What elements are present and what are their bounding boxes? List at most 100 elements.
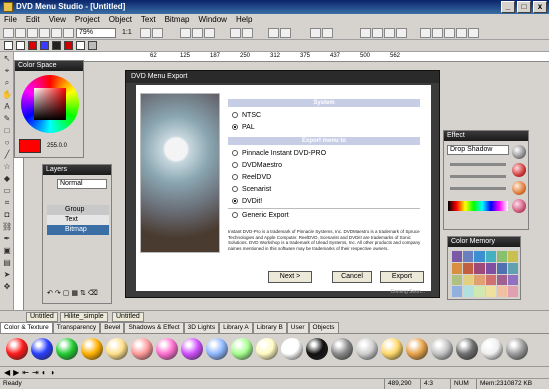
palette-color-ball[interactable]: [456, 338, 478, 360]
current-color-swatch[interactable]: [19, 139, 41, 153]
export-option-radio[interactable]: Generic Export: [232, 211, 289, 220]
memory-swatch[interactable]: [485, 262, 496, 274]
maximize-button[interactable]: □: [517, 1, 531, 13]
menu-view[interactable]: View: [49, 14, 66, 26]
brush-icon[interactable]: ✎: [2, 114, 12, 124]
palette-color-ball[interactable]: [481, 338, 503, 360]
memory-swatch[interactable]: [496, 262, 507, 274]
tab-shadows-effect[interactable]: Shadows & Effect: [124, 322, 184, 333]
stamp-icon[interactable]: ▣: [2, 246, 12, 256]
palette-color-ball[interactable]: [256, 338, 278, 360]
paste-icon[interactable]: [63, 28, 74, 38]
ungroup-icon[interactable]: [242, 28, 253, 38]
tab-objects[interactable]: Objects: [308, 322, 339, 333]
export-option-radio[interactable]: DVDit!: [232, 197, 262, 206]
cut-icon[interactable]: [39, 28, 50, 38]
layer-up-icon[interactable]: [360, 28, 371, 38]
wand-icon[interactable]: [280, 28, 291, 38]
tab-bevel[interactable]: Bevel: [100, 322, 125, 333]
export-button[interactable]: Export: [380, 271, 424, 283]
memory-swatch[interactable]: [507, 262, 518, 274]
color-memory-grid[interactable]: [452, 251, 518, 297]
rect-icon[interactable]: □: [2, 126, 12, 136]
tab-3d-lights[interactable]: 3D Lights: [183, 322, 220, 333]
memory-swatch[interactable]: [496, 274, 507, 286]
memory-swatch[interactable]: [452, 251, 463, 262]
menu-file[interactable]: File: [4, 14, 17, 26]
menu-text[interactable]: Text: [141, 14, 156, 26]
button-icon[interactable]: ◘: [2, 210, 12, 220]
palette-color-ball[interactable]: [356, 338, 378, 360]
node-icon[interactable]: ⌖: [2, 66, 12, 76]
open-icon[interactable]: [15, 28, 26, 38]
tab-library-b[interactable]: Library B: [252, 322, 287, 333]
eyedropper-icon[interactable]: [268, 28, 279, 38]
palette-color-ball[interactable]: [506, 338, 528, 360]
layer-down-icon[interactable]: [372, 28, 383, 38]
effect-slider[interactable]: [450, 187, 506, 190]
memory-swatch[interactable]: [452, 262, 463, 274]
memory-swatch[interactable]: [485, 286, 496, 297]
close-button[interactable]: x: [533, 1, 547, 13]
crop-icon[interactable]: ⌗: [2, 198, 12, 208]
grid-icon[interactable]: [420, 28, 431, 38]
save-icon[interactable]: [27, 28, 38, 38]
group-icon[interactable]: [230, 28, 241, 38]
snap-icon[interactable]: [444, 28, 455, 38]
palette-color-ball[interactable]: [381, 338, 403, 360]
export-option-radio[interactable]: Scenarist: [232, 185, 271, 194]
layer-bottom-icon[interactable]: [396, 28, 407, 38]
palette-color-ball[interactable]: [156, 338, 178, 360]
palette-color-ball[interactable]: [206, 338, 228, 360]
memory-swatch[interactable]: [474, 274, 485, 286]
color-wheel[interactable]: [21, 75, 79, 133]
memory-swatch[interactable]: [496, 251, 507, 262]
memory-swatch[interactable]: [474, 286, 485, 297]
blend-mode-select[interactable]: Normal: [57, 179, 107, 189]
memory-swatch[interactable]: [485, 274, 496, 286]
line-icon[interactable]: ╱: [2, 150, 12, 160]
doc-tab[interactable]: Hilite_simple: [60, 312, 108, 322]
tab-color-texture[interactable]: Color & Texture: [0, 322, 53, 333]
memory-swatch[interactable]: [463, 251, 474, 262]
export-option-radio[interactable]: Pinnacle Instant DVD-PRO: [232, 149, 326, 158]
palette-color-ball[interactable]: [331, 338, 353, 360]
palette-color-ball[interactable]: [406, 338, 428, 360]
select-tool-swatch[interactable]: [4, 41, 13, 50]
effect-ball[interactable]: [512, 181, 526, 195]
saturation-square[interactable]: [34, 88, 66, 120]
cancel-button[interactable]: Cancel: [332, 271, 372, 283]
memory-swatch[interactable]: [507, 251, 518, 262]
align-center-icon[interactable]: [192, 28, 203, 38]
palette-color-ball[interactable]: [431, 338, 453, 360]
palette-color-ball[interactable]: [106, 338, 128, 360]
align-left-icon[interactable]: [180, 28, 191, 38]
effect-slider[interactable]: [450, 175, 506, 178]
minimize-button[interactable]: _: [501, 1, 515, 13]
text-icon[interactable]: A: [2, 102, 12, 112]
menu-help[interactable]: Help: [236, 14, 252, 26]
memory-swatch[interactable]: [463, 286, 474, 297]
copy-icon[interactable]: [51, 28, 62, 38]
fill-icon[interactable]: ◆: [2, 174, 12, 184]
new-icon[interactable]: [3, 28, 14, 38]
effect-slider[interactable]: [450, 163, 506, 166]
export-option-radio[interactable]: ReelDVD: [232, 173, 271, 182]
color-swatch[interactable]: [40, 41, 49, 50]
layer-actions[interactable]: ↶↷▢▦⇅⌫: [47, 289, 109, 299]
rotate-icon[interactable]: [310, 28, 321, 38]
color-swatch[interactable]: [64, 41, 73, 50]
memory-swatch[interactable]: [463, 274, 474, 286]
memory-swatch[interactable]: [507, 274, 518, 286]
memory-swatch[interactable]: [452, 274, 463, 286]
menu-window[interactable]: Window: [199, 14, 227, 26]
preview-icon[interactable]: [456, 28, 467, 38]
ellipse-icon[interactable]: ○: [2, 138, 12, 148]
memory-swatch[interactable]: [463, 262, 474, 274]
effect-color-bar[interactable]: [448, 201, 508, 211]
palette-nav-icons[interactable]: ◀▶⇤⇥◐◑: [4, 368, 57, 377]
pen-icon[interactable]: ✒: [2, 234, 12, 244]
memory-swatch[interactable]: [496, 286, 507, 297]
palette-color-ball[interactable]: [231, 338, 253, 360]
memory-swatch[interactable]: [474, 251, 485, 262]
